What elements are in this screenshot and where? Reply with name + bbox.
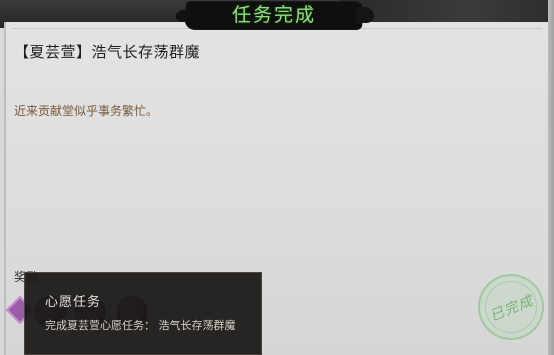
- quest-complete-screen: 任务完成 【夏芸萱】浩气长存荡群魔 近来贡献堂似乎事务繁忙。 奖励 心愿任务 完…: [0, 0, 554, 355]
- tooltip-body: 完成夏芸萱心愿任务： 浩气长存荡群魔: [45, 319, 236, 332]
- quest-description: 近来贡献堂似乎事务繁忙。: [14, 104, 159, 118]
- tooltip-title: 心愿任务: [45, 295, 102, 310]
- header-title: 任务完成: [231, 4, 316, 26]
- panel-right-edge: [548, 0, 554, 355]
- wish-quest-tooltip: 心愿任务 完成夏芸萱心愿任务： 浩气长存荡群魔: [24, 272, 262, 355]
- quest-title: 【夏芸萱】浩气长存荡群魔: [14, 43, 201, 61]
